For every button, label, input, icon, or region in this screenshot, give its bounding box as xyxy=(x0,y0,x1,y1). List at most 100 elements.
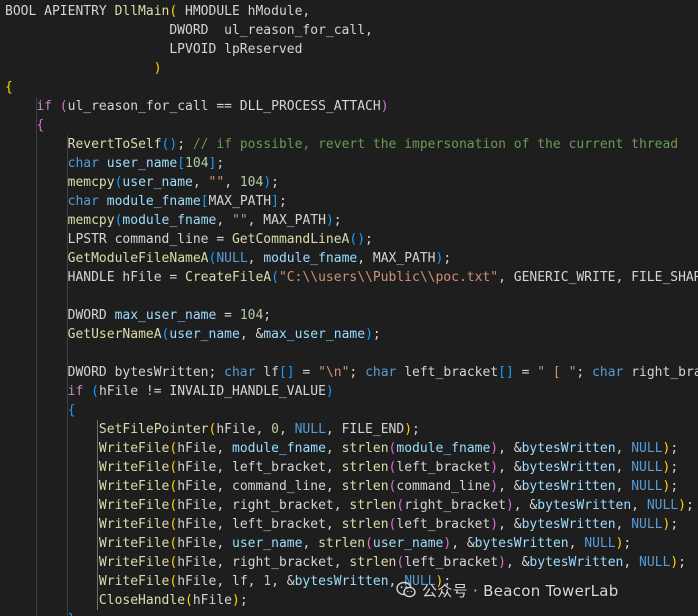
code-token: RevertToSelf xyxy=(67,137,162,152)
code-token: ; xyxy=(670,517,679,532)
code-line[interactable]: DWORD max_user_name = 104; xyxy=(5,306,272,325)
code-token: hFile, right_bracket, xyxy=(177,555,350,570)
code-token: user_name xyxy=(232,536,303,551)
code-token: user_name xyxy=(372,536,444,551)
code-line[interactable]: { xyxy=(5,116,44,135)
code-token: DWORD xyxy=(5,308,115,323)
code-line[interactable]: HANDLE hFile = CreateFileA("C:\\users\\P… xyxy=(5,268,698,287)
code-line[interactable]: WriteFile(hFile, left_bracket, strlen(le… xyxy=(5,515,678,534)
code-line[interactable]: CloseHandle(hFile); xyxy=(5,591,248,610)
code-line[interactable]: WriteFile(hFile, user_name, strlen(user_… xyxy=(5,534,631,553)
code-token: ] xyxy=(271,194,279,209)
code-token: hFile, right_bracket, xyxy=(177,498,350,513)
code-line[interactable]: LPVOID lpReserved xyxy=(5,40,302,59)
code-token: , xyxy=(302,536,319,551)
code-token: ) xyxy=(263,175,272,190)
code-token: WriteFile xyxy=(98,441,170,456)
code-token: DWORD ul_reason_for_call, xyxy=(5,23,373,38)
code-line[interactable]: WriteFile(hFile, command_line, strlen(co… xyxy=(5,477,678,496)
code-token: = xyxy=(513,365,538,380)
code-token: NULL xyxy=(584,536,616,551)
code-token: HANDLE hFile = xyxy=(5,270,186,285)
code-token: ; xyxy=(372,327,381,342)
code-token: ; xyxy=(365,232,373,247)
code-line[interactable]: } xyxy=(5,610,76,616)
code-token: ; xyxy=(678,555,686,570)
code-line[interactable]: GetUserNameA(user_name, &max_user_name); xyxy=(5,325,381,344)
code-token: , xyxy=(224,175,240,190)
code-token: ; xyxy=(412,422,420,437)
code-token: , xyxy=(615,517,632,532)
code-line[interactable]: if (ul_reason_for_call == DLL_PROCESS_AT… xyxy=(5,97,388,116)
code-token: hFile, command_line, xyxy=(177,479,342,494)
code-token: char xyxy=(592,365,624,380)
code-token: , & xyxy=(498,517,522,532)
code-line[interactable]: WriteFile(hFile, lf, 1, &bytesWritten, N… xyxy=(5,572,451,591)
code-line[interactable]: { xyxy=(5,401,76,420)
code-token: bytesWritten xyxy=(521,479,616,494)
code-line[interactable]: if (hFile != INVALID_HANDLE_VALUE) xyxy=(5,382,334,401)
code-line[interactable]: WriteFile(hFile, right_bracket, strlen(l… xyxy=(5,553,686,572)
code-token: ( xyxy=(185,593,193,608)
code-line[interactable]: { xyxy=(5,78,13,97)
code-token: } xyxy=(68,612,76,616)
code-token: , & xyxy=(513,498,538,513)
code-line[interactable]: GetModuleFileNameA(NULL, module_fname, M… xyxy=(5,249,452,268)
code-token: 104 xyxy=(185,156,209,171)
code-line[interactable]: RevertToSelf(); // if possible, revert t… xyxy=(5,135,679,154)
code-token: hFile, xyxy=(177,536,232,551)
code-line[interactable]: memcpy(module_fname, "", MAX_PATH); xyxy=(5,211,342,230)
code-line[interactable]: LPSTR command_line = GetCommandLineA(); xyxy=(5,230,373,249)
code-token: NULL xyxy=(216,251,248,266)
code-line[interactable]: BOOL APIENTRY DllMain( HMODULE hModule, xyxy=(5,2,310,21)
code-token: ( xyxy=(396,555,405,570)
code-token: "" xyxy=(208,175,225,190)
code-token: ) xyxy=(325,213,334,228)
code-line[interactable]: WriteFile(hFile, left_bracket, strlen(le… xyxy=(5,458,678,477)
code-token: ; xyxy=(670,479,679,494)
code-line[interactable]: char module_fname[MAX_PATH]; xyxy=(5,192,287,211)
watermark: 公众号 · Beacon TowerLab xyxy=(396,578,619,602)
code-line[interactable]: SetFilePointer(hFile, 0, NULL, FILE_END)… xyxy=(5,420,420,439)
code-token: hFile, left_bracket, xyxy=(177,517,342,532)
code-token: ; xyxy=(278,194,287,209)
code-token: hFile, xyxy=(216,422,272,437)
code-line[interactable]: WriteFile(hFile, module_fname, strlen(mo… xyxy=(5,439,678,458)
code-line[interactable]: WriteFile(hFile, right_bracket, strlen(r… xyxy=(5,496,694,515)
code-token: hFile != INVALID_HANDLE_VALUE xyxy=(98,384,326,399)
code-line[interactable]: memcpy(user_name, "", 104); xyxy=(5,173,279,192)
code-token: char xyxy=(67,156,99,171)
code-token: NULL xyxy=(294,422,326,437)
code-line[interactable]: ) xyxy=(5,59,162,78)
code-token: WriteFile xyxy=(98,555,170,570)
code-token: ) xyxy=(443,536,452,551)
code-token: hFile xyxy=(192,593,232,608)
code-token: GetModuleFileNameA xyxy=(67,251,209,266)
code-token: [] xyxy=(498,365,514,380)
code-token: ; xyxy=(623,536,632,551)
wechat-icon xyxy=(396,581,416,598)
code-token: module_fname xyxy=(122,213,217,228)
code-token: hFile, lf, xyxy=(177,574,264,589)
code-token: NULL xyxy=(631,479,663,494)
code-line[interactable]: char user_name[104]; xyxy=(5,154,225,173)
code-editor[interactable]: BOOL APIENTRY DllMain( HMODULE hModule, … xyxy=(0,0,698,616)
code-line[interactable]: DWORD bytesWritten; char lf[] = "\n"; ch… xyxy=(5,363,698,382)
code-token: // if possible, revert the impersonation… xyxy=(192,137,679,152)
code-line[interactable]: DWORD ul_reason_for_call, xyxy=(5,21,373,40)
code-token: "\n" xyxy=(318,365,350,380)
code-token: , xyxy=(631,498,647,513)
